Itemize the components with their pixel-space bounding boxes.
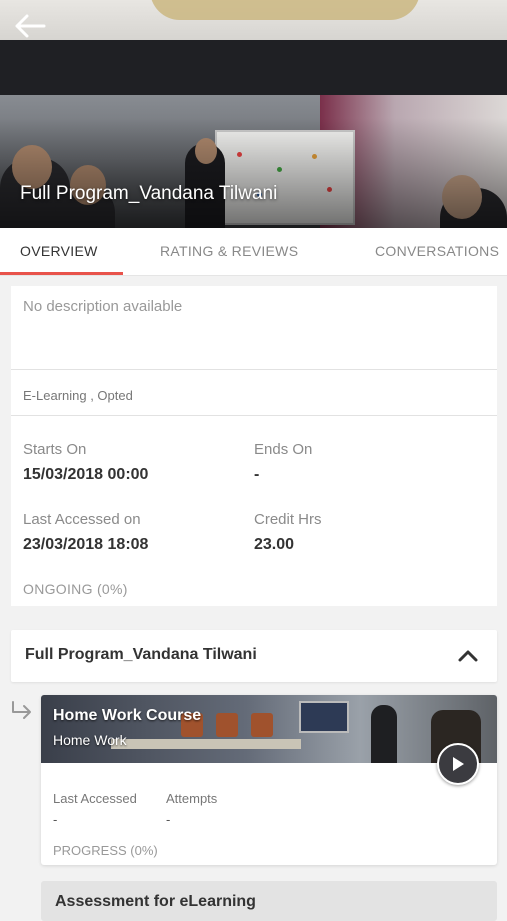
back-button[interactable] [10,8,50,44]
play-icon [453,757,464,771]
starts-on-value: 15/03/2018 00:00 [23,466,149,483]
tab-overview[interactable]: OVERVIEW [20,228,98,276]
course-thumbnail [41,695,497,763]
tab-bar: OVERVIEW RATING & REVIEWS CONVERSATIONS [0,228,507,276]
chevron-up-icon[interactable] [457,646,479,666]
arrow-left-icon [15,14,46,38]
course-title: Home Work Course [53,707,202,724]
course-attempts-label: Attempts [166,791,218,806]
status-text: ONGOING (0%) [23,581,128,597]
hero-image-lamp [150,0,420,20]
play-button[interactable] [437,743,479,785]
course-card[interactable]: Home Work Course Home Work Last Accessed… [41,695,497,865]
program-tags: E-Learning , Opted [23,388,133,403]
course-attempts-value: - [166,812,171,827]
description-text: No description available [23,298,183,315]
page-title: Full Program_Vandana Tilwani [20,183,278,204]
starts-on-label: Starts On [23,441,87,458]
ends-on-value: - [254,466,260,483]
course-last-accessed-value: - [53,812,58,827]
course-thumbnail-desk [111,739,301,749]
course-progress-text: PROGRESS (0%) [53,843,158,858]
course-thumbnail-chair [251,713,273,737]
program-section-header[interactable]: Full Program_Vandana Tilwani [11,630,497,682]
credit-hrs-value: 23.00 [254,536,295,553]
tab-conversations[interactable]: CONVERSATIONS [375,228,499,276]
active-tab-indicator [0,272,123,275]
last-accessed-label: Last Accessed on [23,511,141,528]
overview-card: No description available E-Learning , Op… [11,286,497,606]
course-subtitle: Home Work [53,732,127,748]
course-last-accessed-label: Last Accessed [53,791,137,806]
program-section-title: Full Program_Vandana Tilwani [25,646,257,663]
hero-image-beam [0,40,507,95]
ends-on-label: Ends On [254,441,313,458]
course-thumbnail-person [371,705,397,763]
sub-item-arrow-icon [12,701,31,719]
tab-rating-reviews[interactable]: RATING & REVIEWS [160,228,298,276]
divider [11,415,497,416]
hero-banner: Full Program_Vandana Tilwani [0,0,507,228]
next-item-card[interactable]: Assessment for eLearning [41,881,497,921]
next-item-title: Assessment for eLearning [55,893,256,910]
course-thumbnail-screen [299,701,349,733]
hero-image-shade [0,118,507,228]
divider [11,369,497,370]
credit-hrs-label: Credit Hrs [254,511,322,528]
course-thumbnail-chair [216,713,238,737]
last-accessed-value: 23/03/2018 18:08 [23,536,149,553]
